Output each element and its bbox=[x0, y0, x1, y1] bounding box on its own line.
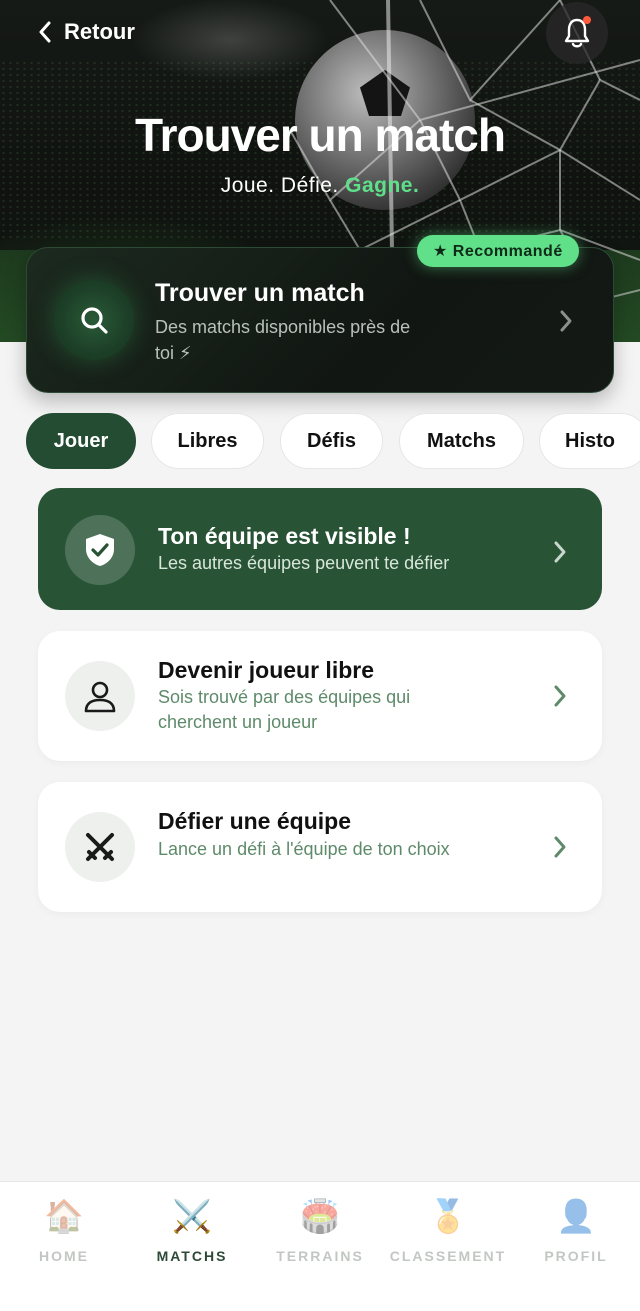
nav-home[interactable]: 🏠 HOME bbox=[0, 1196, 128, 1276]
nav-matchs[interactable]: ⚔️ MATCHS bbox=[128, 1196, 256, 1276]
nav-profil-label: PROFIL bbox=[544, 1248, 608, 1264]
nav-profil[interactable]: 👤 PROFIL bbox=[512, 1196, 640, 1276]
nav-terrains-label: TERRAINS bbox=[276, 1248, 364, 1264]
free-player-title: Devenir joueur libre bbox=[158, 657, 375, 683]
chevron-right-icon bbox=[560, 310, 572, 332]
tab-histo[interactable]: Histo bbox=[539, 413, 640, 469]
crossed-swords-icon: ⚔️ bbox=[172, 1198, 212, 1234]
subtitle-accent: Gagne. bbox=[345, 174, 420, 197]
subtitle-text: Joue. Défie. bbox=[220, 174, 346, 197]
chevron-left-icon bbox=[39, 21, 51, 43]
notification-dot bbox=[583, 16, 591, 24]
nav-home-label: HOME bbox=[39, 1248, 89, 1264]
user-icon bbox=[84, 681, 116, 713]
medal-icon: 🏅 bbox=[428, 1198, 468, 1234]
challenge-team-subtitle: Lance un défi à l'équipe de ton choix bbox=[158, 839, 450, 859]
free-player-subtitle: Sois trouvé par des équipes qui cherchen… bbox=[158, 687, 411, 732]
swords-icon-circle bbox=[65, 812, 135, 882]
back-label: Retour bbox=[64, 19, 135, 44]
challenge-team-title: Défier une équipe bbox=[158, 808, 351, 834]
nav-classement[interactable]: 🏅 CLASSEMENT bbox=[384, 1196, 512, 1276]
nav-classement-label: CLASSEMENT bbox=[389, 1248, 507, 1264]
page-title: Trouver un match bbox=[135, 109, 506, 161]
find-match-title: Trouver un match bbox=[155, 279, 365, 307]
tab-jouer[interactable]: Jouer bbox=[26, 413, 136, 469]
home-icon: 🏠 bbox=[44, 1198, 84, 1234]
profile-icon: 👤 bbox=[556, 1198, 596, 1234]
shield-check-icon bbox=[86, 534, 114, 566]
crossed-swords-icon bbox=[86, 833, 114, 861]
nav-terrains[interactable]: 🏟️ TERRAINS bbox=[256, 1196, 384, 1276]
chevron-right-icon bbox=[554, 836, 566, 858]
tab-matchs[interactable]: Matchs bbox=[399, 413, 524, 469]
search-icon bbox=[81, 307, 108, 334]
page-subtitle: Joue. Défie. Gagne. bbox=[0, 174, 640, 198]
tab-libres[interactable]: Libres bbox=[151, 413, 264, 469]
find-match-description: Des matchs disponibles près de toi ⚡ bbox=[155, 317, 411, 363]
search-icon-circle bbox=[54, 280, 134, 360]
shield-icon-circle bbox=[65, 515, 135, 585]
chevron-right-icon bbox=[554, 541, 566, 563]
stadium-icon: 🏟️ bbox=[300, 1198, 340, 1234]
user-icon-circle bbox=[65, 661, 135, 731]
team-visible-subtitle: Les autres équipes peuvent te défier bbox=[158, 553, 450, 573]
recommended-badge: ★ Recommandé bbox=[417, 235, 579, 267]
notifications-button[interactable] bbox=[546, 2, 608, 64]
nav-matchs-label: MATCHS bbox=[156, 1248, 228, 1264]
team-visible-title: Ton équipe est visible ! bbox=[158, 523, 411, 549]
tab-defis[interactable]: Défis bbox=[280, 413, 383, 469]
back-button[interactable]: Retour bbox=[38, 14, 135, 50]
chevron-right-icon bbox=[554, 685, 566, 707]
